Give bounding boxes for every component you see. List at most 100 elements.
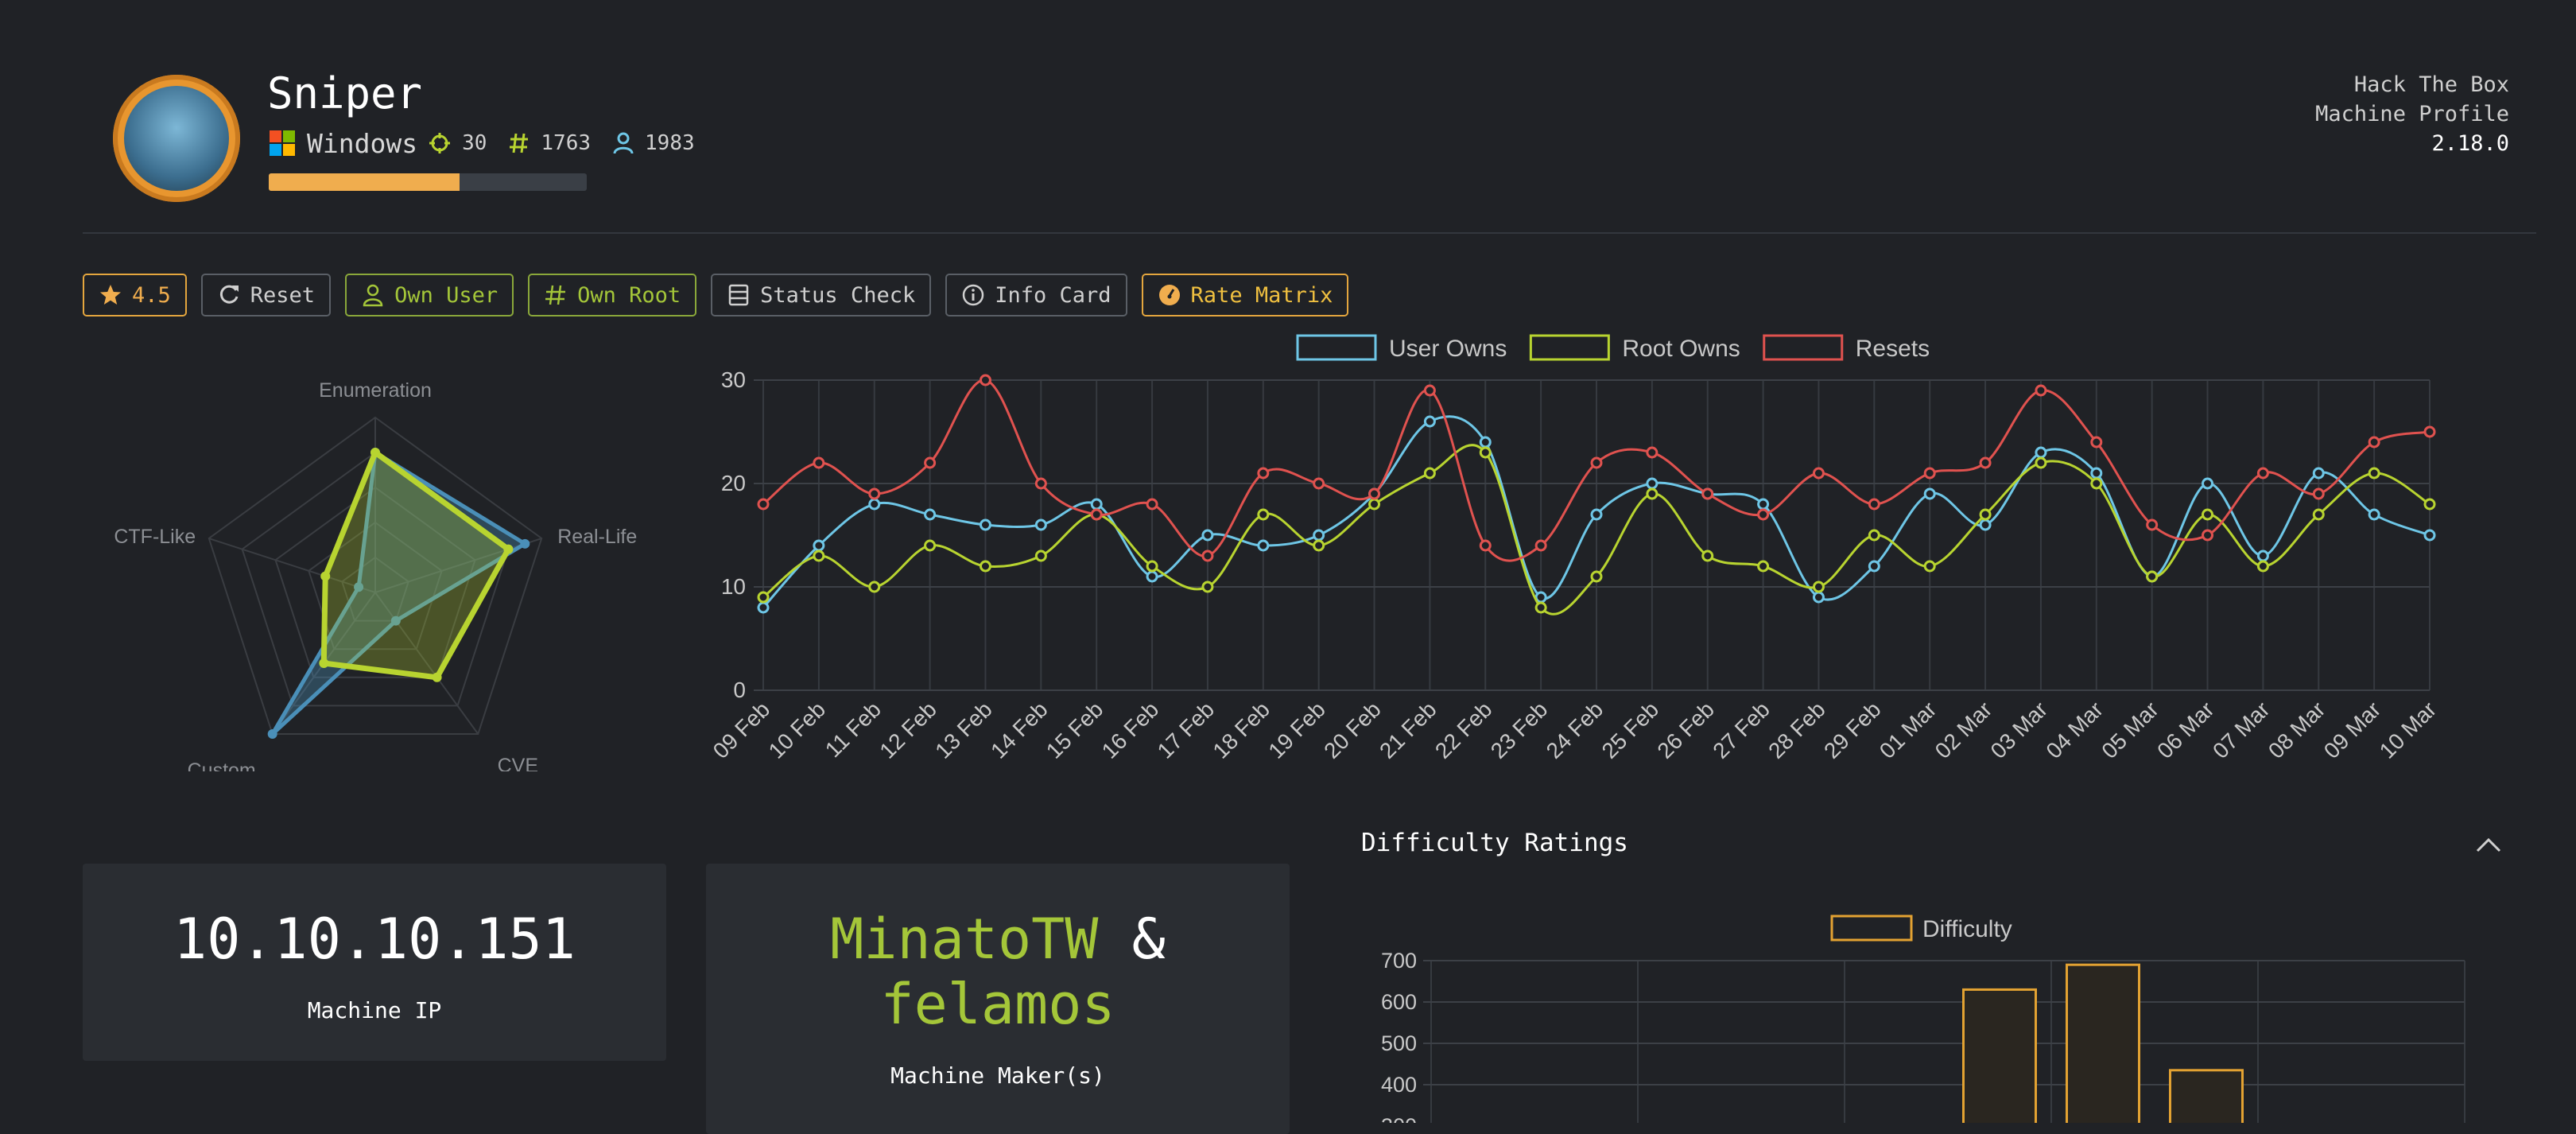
x-tick-label: 10 Mar (2375, 697, 2442, 763)
x-tick-label: 07 Mar (2208, 697, 2275, 763)
series-point (1146, 570, 1158, 583)
y-tick-label: 500 (1381, 1031, 1417, 1055)
legend-swatch (1763, 334, 1844, 361)
series-point (1034, 550, 1047, 562)
series-point (813, 539, 825, 552)
series-point (1590, 570, 1603, 583)
series-point (2146, 570, 2159, 583)
x-tick-label: 09 Feb (708, 697, 775, 763)
series-point (1923, 487, 1936, 500)
series-point (1923, 467, 1936, 480)
x-tick-label: 16 Feb (1097, 697, 1164, 763)
own-user-button[interactable]: Own User (345, 274, 514, 317)
gauge-icon (1158, 285, 1180, 305)
series-point (1368, 498, 1381, 511)
series-point (2146, 518, 2159, 531)
series-point (979, 518, 991, 531)
machine-makers-card: MinatoTW & felamos Machine Maker(s) (706, 864, 1290, 1134)
x-tick-label: 27 Feb (1708, 697, 1775, 763)
machine-avatar (113, 75, 240, 202)
difficulty-title: Difficulty Ratings (1361, 829, 1628, 857)
hash-icon (545, 285, 566, 305)
owns-line-chart: 0 10 20 30 09 Feb10 Feb11 Feb12 Feb13 Feb14 … (708, 334, 2442, 763)
reset-button[interactable]: Reset (200, 274, 332, 317)
series-point (1868, 560, 1880, 573)
series-point (1313, 539, 1325, 552)
legend-label: User Owns (1389, 336, 1507, 362)
series-point (2312, 508, 2325, 521)
radar-point (319, 658, 329, 668)
x-tick-label: 01 Mar (1875, 697, 1942, 763)
series-point (1757, 508, 1770, 521)
series-point (1257, 539, 1270, 552)
series-point (2035, 446, 2047, 459)
series-point (1757, 560, 1770, 573)
series-point (1590, 508, 1603, 521)
x-tick-label: 22 Feb (1430, 697, 1497, 763)
maker1-link[interactable]: MinatoTW (830, 907, 1098, 972)
series-point (1423, 415, 1436, 428)
difficulty-bar (2066, 963, 2140, 1123)
y-tick-label: 300 (1381, 1114, 1417, 1123)
y-tick-label: 600 (1381, 990, 1417, 1014)
star-icon (100, 285, 121, 305)
status-check-label: Status Check (760, 282, 916, 308)
series-point (1868, 529, 1880, 542)
x-tick-label: 21 Feb (1375, 697, 1441, 763)
series-point (2090, 467, 2103, 480)
series-point (1257, 508, 1270, 521)
radar-axis-label: CVE (498, 755, 538, 771)
status-check-button[interactable]: Status Check (711, 274, 932, 317)
user-owns-count: 1983 (645, 131, 695, 155)
machine-title: Sniper (267, 68, 423, 118)
collapse-chevron-icon[interactable] (2474, 832, 2503, 856)
owns-progress-bar (269, 173, 587, 191)
series-point (868, 487, 881, 500)
series-point (1979, 508, 1992, 521)
os-label: Windows (307, 127, 418, 159)
series-point (2202, 508, 2214, 521)
y-tick-label: 400 (1381, 1073, 1417, 1097)
machine-makers-label: Machine Maker(s) (890, 1062, 1105, 1089)
series-point (2256, 560, 2269, 573)
windows-icon (270, 130, 295, 156)
root-owns-count: 1763 (541, 131, 592, 155)
version-label: 2.18.0 (2431, 131, 2509, 156)
x-tick-label: 24 Feb (1542, 697, 1608, 763)
series-point (1423, 467, 1436, 480)
radar-point (503, 544, 514, 554)
radar-point (320, 571, 331, 581)
server-icon (728, 284, 749, 306)
x-tick-label: 13 Feb (930, 697, 997, 763)
series-point (1368, 487, 1381, 500)
maker-separator: & (1131, 907, 1166, 972)
rate-matrix-button[interactable]: Rate Matrix (1141, 274, 1349, 317)
x-tick-label: 11 Feb (821, 697, 886, 762)
series-point (1479, 436, 1492, 449)
legend-swatch (1296, 334, 1377, 361)
x-tick-label: 28 Feb (1763, 697, 1830, 763)
difficulty-bar-chart: 300 400 500 600 700 Difficulty (1381, 915, 2465, 1123)
points-value: 30 (462, 131, 487, 155)
own-root-label: Own Root (577, 282, 681, 308)
series-point (2423, 498, 2436, 511)
series-point (979, 560, 991, 573)
y-tick-label: 20 (721, 471, 746, 495)
radar-axis-label: CTF-Like (114, 526, 196, 548)
info-card-button[interactable]: Info Card (945, 274, 1127, 317)
series-point (1034, 518, 1047, 531)
own-root-button[interactable]: Own Root (528, 274, 697, 317)
series-point (2423, 529, 2436, 542)
series-point (1590, 456, 1603, 469)
series-point (1646, 446, 1658, 459)
refresh-icon (219, 285, 239, 304)
series-point (1979, 518, 1992, 531)
series-point (757, 601, 770, 614)
series-point (1201, 581, 1214, 593)
info-icon (962, 284, 984, 306)
maker2-link[interactable]: felamos (706, 972, 1290, 1037)
radar-axis-label: Real-Life (557, 526, 637, 548)
rating-button[interactable]: 4.5 (83, 274, 187, 317)
x-tick-label: 02 Mar (1930, 697, 1997, 763)
series-point (2202, 477, 2214, 490)
